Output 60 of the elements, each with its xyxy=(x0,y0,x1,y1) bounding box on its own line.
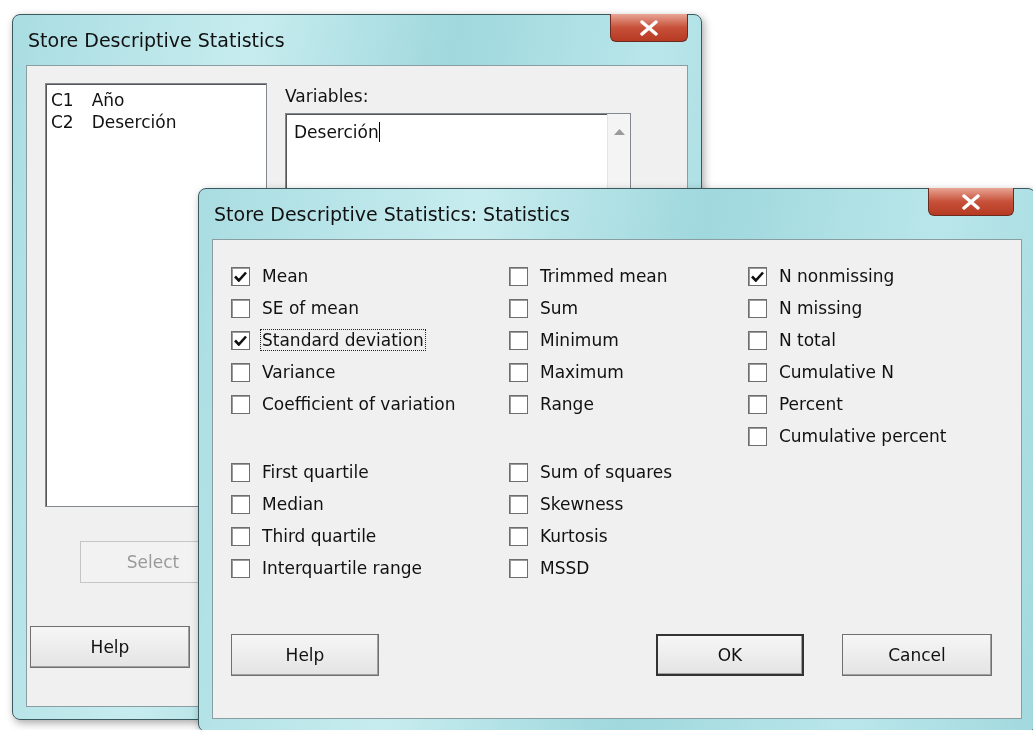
ok-button[interactable]: OK xyxy=(656,634,804,676)
checkbox[interactable] xyxy=(508,330,528,350)
checkbox[interactable] xyxy=(747,394,767,414)
checkbox[interactable] xyxy=(231,558,250,578)
checkbox[interactable] xyxy=(231,298,250,318)
close-icon xyxy=(961,193,981,210)
checkbox[interactable] xyxy=(231,330,250,350)
checkbox[interactable] xyxy=(231,462,250,482)
checkbox[interactable] xyxy=(231,494,250,514)
checkbox[interactable] xyxy=(747,426,767,446)
checkbox[interactable] xyxy=(508,362,528,382)
checkbox-label[interactable]: N nonmissing xyxy=(776,265,897,287)
checkbox-label[interactable]: MSSD xyxy=(537,557,592,579)
checkbox-label[interactable]: Standard deviation xyxy=(260,329,426,351)
checkbox[interactable] xyxy=(508,494,528,514)
column-id[interactable]: C2 xyxy=(51,112,74,132)
checkbox-label[interactable]: Cumulative N xyxy=(776,361,897,383)
help-button[interactable]: Help xyxy=(231,634,379,676)
help-button[interactable]: Help xyxy=(30,626,190,668)
checkbox[interactable] xyxy=(231,394,250,414)
checkbox-label[interactable]: N total xyxy=(776,329,838,351)
checkbox[interactable] xyxy=(508,558,528,578)
checkbox-label[interactable]: N missing xyxy=(776,297,865,319)
checkbox[interactable] xyxy=(508,462,528,482)
checkbox[interactable] xyxy=(231,362,250,382)
checkbox[interactable] xyxy=(508,526,528,546)
column-name[interactable]: Deserción xyxy=(91,112,177,132)
checkbox[interactable] xyxy=(508,266,528,286)
column-name[interactable]: Año xyxy=(91,90,125,110)
checkbox-label[interactable]: Sum xyxy=(537,297,581,319)
window-title: Store Descriptive Statistics xyxy=(27,29,285,51)
checkbox-label[interactable]: Cumulative percent xyxy=(776,425,949,447)
checkbox-label[interactable]: Maximum xyxy=(537,361,626,383)
variables-label: Variables: xyxy=(285,86,369,106)
checkbox-label[interactable]: Minimum xyxy=(537,329,621,351)
checkbox-label[interactable]: Skewness xyxy=(537,493,626,515)
check-icon xyxy=(234,270,247,282)
close-icon xyxy=(639,19,659,36)
close-button[interactable] xyxy=(928,188,1014,216)
cancel-button[interactable]: Cancel xyxy=(842,634,992,676)
checkbox-label[interactable]: Range xyxy=(537,393,596,415)
column-id[interactable]: C1 xyxy=(51,90,74,110)
check-icon xyxy=(234,334,247,346)
checkbox[interactable] xyxy=(747,298,767,318)
checkbox[interactable] xyxy=(508,298,528,318)
check-icon xyxy=(750,270,764,282)
checkbox[interactable] xyxy=(508,394,528,414)
checkbox-label[interactable]: Kurtosis xyxy=(537,525,610,547)
scroll-up-icon[interactable] xyxy=(613,128,625,135)
checkbox[interactable] xyxy=(231,266,250,286)
checkbox[interactable] xyxy=(231,526,250,546)
close-button[interactable] xyxy=(610,14,688,42)
checkbox-label[interactable]: Percent xyxy=(776,393,845,415)
checkbox-label[interactable]: Third quartile xyxy=(260,525,379,547)
checkbox[interactable] xyxy=(747,266,767,286)
checkbox-label[interactable]: Interquartile range xyxy=(260,557,424,579)
checkbox[interactable] xyxy=(747,362,767,382)
checkbox-label[interactable]: Trimmed mean xyxy=(537,265,670,287)
checkbox[interactable] xyxy=(747,330,767,350)
checkbox-label[interactable]: Sum of squares xyxy=(537,461,675,483)
